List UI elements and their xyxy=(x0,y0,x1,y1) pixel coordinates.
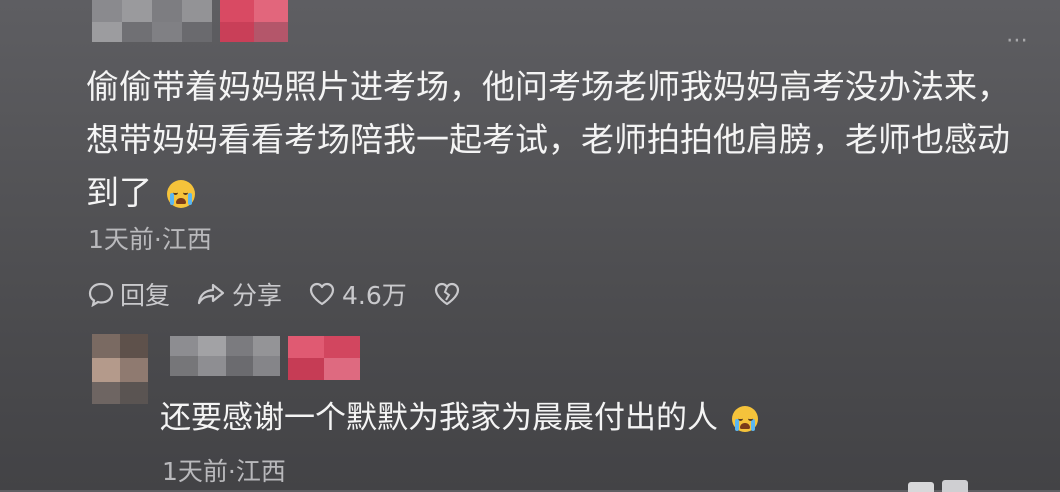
reply-label: 回复 xyxy=(120,281,171,310)
top-user-badge-blurred xyxy=(220,0,288,42)
reply-bubble-icon xyxy=(88,282,114,307)
crying-face-icon xyxy=(731,406,758,432)
more-options-icon[interactable]: ⋯ xyxy=(1006,28,1030,53)
reply-location: 江西 xyxy=(235,457,286,486)
share-label: 分享 xyxy=(232,281,283,310)
broken-heart-icon xyxy=(434,282,459,306)
reply-meta: 1天前·江西 xyxy=(162,452,286,488)
comment-text: 偷偷带着妈妈照片进考场，他问考场老师我妈妈高考没办法来，想带妈妈看看考场陪我一起… xyxy=(86,67,1010,212)
meta-separator: · xyxy=(227,457,236,486)
reply-body: 还要感谢一个默默为我家为晨晨付出的人 xyxy=(160,392,758,437)
comment-location: 江西 xyxy=(161,225,212,254)
avatar[interactable] xyxy=(92,334,148,404)
reply-button[interactable]: 回复 xyxy=(88,276,170,312)
reply-text: 还要感谢一个默默为我家为晨晨付出的人 xyxy=(160,400,718,436)
comment-time: 1天前 xyxy=(88,225,154,254)
like-button[interactable]: 4.6万 xyxy=(308,276,407,312)
meta-separator: · xyxy=(153,225,162,254)
top-username-blurred xyxy=(92,0,212,42)
reply-time: 1天前 xyxy=(162,457,228,486)
share-button[interactable]: 分享 xyxy=(196,276,282,312)
comment-meta: 1天前·江西 xyxy=(88,220,212,256)
comment-actions: 回复 分享 4.6万 xyxy=(88,274,493,314)
crying-face-icon xyxy=(166,180,195,208)
reply-user-badge-blurred xyxy=(288,336,360,380)
like-count: 4.6万 xyxy=(342,281,407,310)
dislike-button[interactable] xyxy=(433,281,467,307)
reply-username-blurred xyxy=(170,336,280,376)
heart-icon xyxy=(309,282,335,306)
comment-body: 偷偷带着妈妈照片进考场，他问考场老师我妈妈高考没办法来，想带妈妈看看考场陪我一起… xyxy=(86,60,1036,219)
share-arrow-icon xyxy=(197,283,225,305)
